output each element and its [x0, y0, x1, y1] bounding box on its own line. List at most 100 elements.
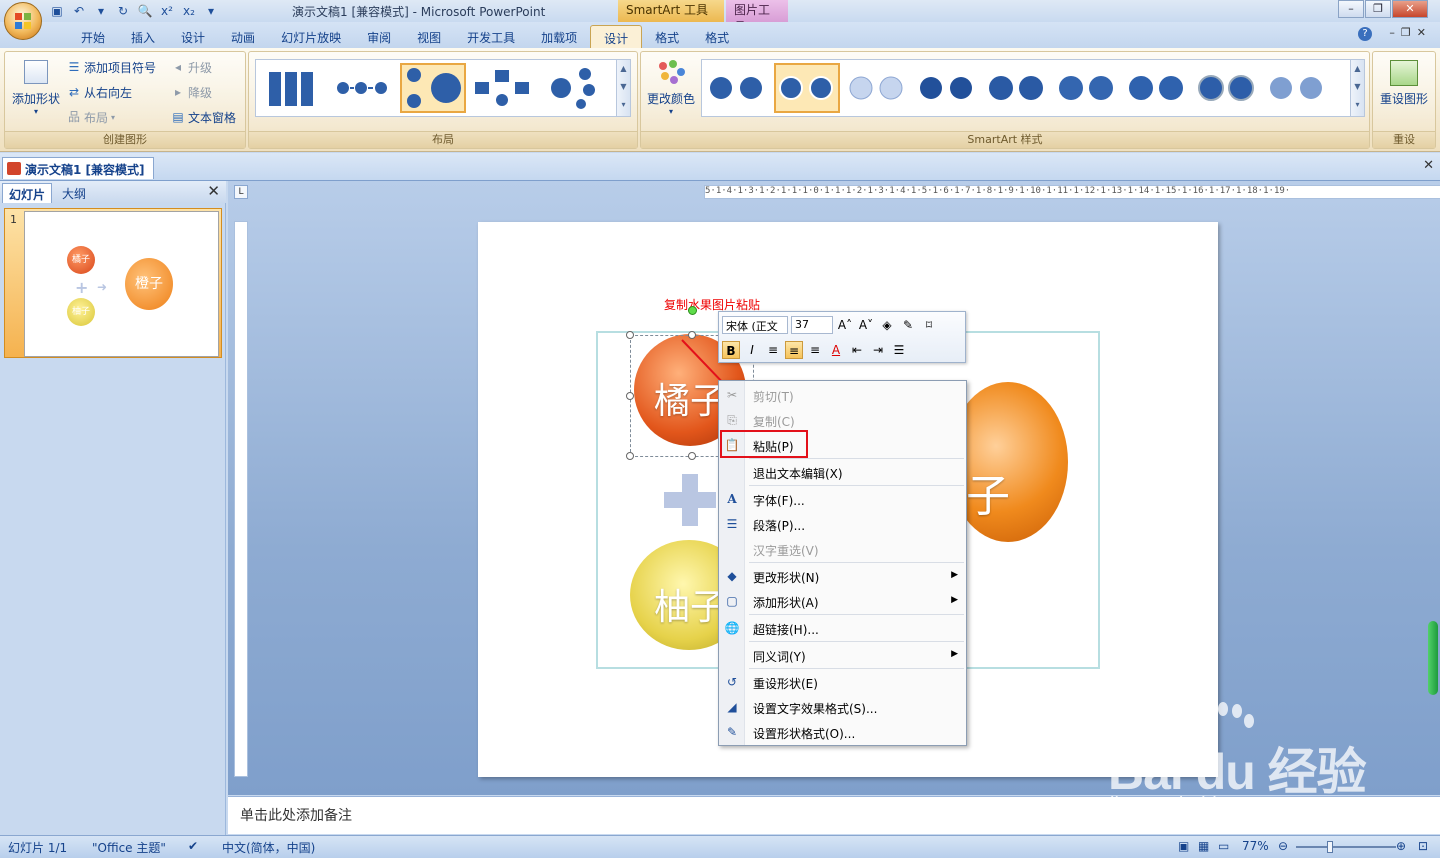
layout-button[interactable]: 品布局 ▾	[67, 106, 115, 128]
layout-option-radial[interactable]	[540, 63, 606, 113]
menu-item-change-shape[interactable]: ◆ 更改形状(N) ▶	[719, 564, 966, 588]
style-option-9[interactable]	[1264, 63, 1330, 113]
shrink-font-icon[interactable]: A˅	[857, 316, 875, 334]
style-option-6[interactable]	[1054, 63, 1120, 113]
tab-slideshow[interactable]: 幻灯片放映	[268, 25, 354, 48]
resize-handle[interactable]	[626, 331, 634, 339]
menu-item-copy[interactable]: ⎘ 复制(C)	[719, 408, 966, 432]
change-colors-button[interactable]: 更改颜色 ▾	[645, 58, 697, 128]
menu-item-paste[interactable]: 📋 粘贴(P)	[719, 433, 966, 457]
restore-button[interactable]: ❐	[1365, 0, 1391, 18]
tab-smartart-design[interactable]: 设计	[590, 25, 643, 48]
tab-animations[interactable]: 动画	[218, 25, 268, 48]
layout-option-process-circles[interactable]	[330, 63, 396, 113]
result-label[interactable]: 子	[966, 460, 1010, 524]
tab-home[interactable]: 开始	[68, 25, 118, 48]
zoom-slider-thumb[interactable]	[1327, 841, 1333, 853]
menu-item-font[interactable]: A 字体(F)...	[719, 487, 966, 511]
layout-option-flow[interactable]	[470, 63, 536, 113]
redo-icon[interactable]: ↻	[114, 2, 132, 20]
increase-indent-icon[interactable]: ⇥	[869, 341, 887, 359]
tab-design[interactable]: 设计	[168, 25, 218, 48]
style-option-1[interactable]	[704, 63, 770, 113]
bold-button[interactable]: B	[722, 341, 740, 359]
demote-button[interactable]: ▸ 降级	[171, 81, 212, 103]
zoom-level[interactable]: 77%	[1242, 839, 1269, 853]
slide-thumbnail[interactable]: 橘子 + ➜ 柚子 橙子	[24, 211, 219, 357]
subscript-icon[interactable]: x₂	[180, 2, 198, 20]
align-center-icon[interactable]: ≡	[785, 341, 803, 359]
pomelo-label[interactable]: 柚子	[654, 578, 726, 630]
vertical-scrollbar-thumb[interactable]	[1428, 621, 1438, 695]
close-button[interactable]: ✕	[1392, 0, 1428, 18]
style-option-5[interactable]	[984, 63, 1050, 113]
save-icon[interactable]: ▣	[48, 2, 66, 20]
theme-name[interactable]: "Office 主题"	[92, 839, 166, 856]
tab-review[interactable]: 审阅	[354, 25, 404, 48]
tab-insert[interactable]: 插入	[118, 25, 168, 48]
tab-picture-format[interactable]: 格式	[692, 25, 742, 48]
horizontal-ruler[interactable]: 5·1·4·1·3·1·2·1·1·1·0·1·1·1·2·1·3·1·4·1·…	[704, 185, 1440, 199]
tab-outline[interactable]: 大纲	[56, 183, 92, 203]
slideshow-view-icon[interactable]: ▭	[1218, 839, 1229, 853]
vertical-ruler[interactable]	[234, 221, 248, 777]
decrease-indent-icon[interactable]: ⇤	[848, 341, 866, 359]
menu-item-synonyms[interactable]: 同义词(Y) ▶	[719, 643, 966, 667]
tab-view[interactable]: 视图	[404, 25, 454, 48]
layout-option-equation-selected[interactable]	[400, 63, 466, 113]
slide-thumbnail-selected[interactable]: 1 橘子 + ➜ 柚子 橙子	[4, 208, 222, 358]
menu-item-exit-text-edit[interactable]: 退出文本编辑(X)	[719, 460, 966, 484]
document-tab[interactable]: 演示文稿1 [兼容模式]	[2, 157, 154, 179]
style-option-3[interactable]	[844, 63, 910, 113]
align-right-icon[interactable]: ≡	[806, 341, 824, 359]
fit-to-window-icon[interactable]: ⊡	[1418, 839, 1428, 853]
zoom-out-icon[interactable]: ⊖	[1278, 839, 1288, 853]
ribbon-window-controls[interactable]: –❐✕	[1389, 26, 1432, 39]
menu-item-add-shape[interactable]: ▢ 添加形状(A) ▶	[719, 589, 966, 613]
menu-item-hyperlink[interactable]: 🌐 超链接(H)...	[719, 616, 966, 640]
menu-item-format-shape[interactable]: ✎ 设置形状格式(O)...	[719, 720, 966, 744]
line-color-icon[interactable]: ✎	[899, 316, 917, 334]
tab-selector[interactable]: L	[234, 185, 248, 199]
style-option-8[interactable]	[1194, 63, 1260, 113]
language-indicator[interactable]: 中文(简体，中国)	[222, 839, 315, 856]
add-shape-button[interactable]: 添加形状 ▾	[9, 58, 63, 128]
normal-view-icon[interactable]: ▣	[1178, 839, 1189, 853]
styles-gallery-scroll[interactable]: ▲ ▼ ▾	[1350, 60, 1364, 116]
slide-sorter-icon[interactable]: ▦	[1198, 839, 1209, 853]
help-icon[interactable]: ?	[1358, 27, 1372, 41]
close-pane-icon[interactable]: ✕	[207, 182, 220, 200]
layouts-gallery-scroll[interactable]: ▲ ▼ ▾	[616, 60, 630, 116]
minimize-button[interactable]: –	[1338, 0, 1364, 18]
layout-option-vertical-bars[interactable]	[260, 63, 326, 113]
tab-addins[interactable]: 加载项	[528, 25, 590, 48]
add-bullet-button[interactable]: ☰ 添加项目符号	[67, 56, 156, 78]
promote-button[interactable]: ◂ 升级	[171, 56, 212, 78]
close-document-icon[interactable]: ✕	[1423, 158, 1434, 173]
tab-developer[interactable]: 开发工具	[454, 25, 528, 48]
menu-item-reconversion[interactable]: 汉字重选(V)	[719, 537, 966, 561]
reset-graphic-button[interactable]: 重设图形	[1375, 58, 1433, 128]
superscript-icon[interactable]: x²	[158, 2, 176, 20]
rotation-handle[interactable]	[688, 306, 697, 315]
zoom-slider[interactable]	[1296, 846, 1396, 848]
style-option-4[interactable]	[914, 63, 980, 113]
notes-pane[interactable]: 单击此处添加备注	[228, 796, 1440, 834]
fill-color-icon[interactable]: ◈	[878, 316, 896, 334]
undo-icon[interactable]: ↶	[70, 2, 88, 20]
customize-qat-icon[interactable]: ▾	[202, 2, 220, 20]
office-button[interactable]	[4, 2, 42, 40]
menu-item-format-text-effects[interactable]: ◢ 设置文字效果格式(S)...	[719, 695, 966, 719]
menu-item-reset-shape[interactable]: ↺ 重设形状(E)	[719, 670, 966, 694]
italic-button[interactable]: I	[743, 341, 761, 359]
spellcheck-icon[interactable]: ✔	[188, 839, 198, 853]
zoom-in-icon[interactable]: ⊕	[1396, 839, 1406, 853]
menu-item-paragraph[interactable]: ☰ 段落(P)...	[719, 512, 966, 536]
font-size-field[interactable]: 37	[791, 316, 833, 334]
font-name-field[interactable]: 宋体 (正文	[722, 316, 788, 334]
resize-handle[interactable]	[626, 392, 634, 400]
resize-handle[interactable]	[626, 452, 634, 460]
menu-item-cut[interactable]: ✂ 剪切(T)	[719, 383, 966, 407]
bullets-icon[interactable]: ☰	[890, 341, 908, 359]
right-to-left-button[interactable]: ⇄ 从右向左	[67, 81, 132, 103]
